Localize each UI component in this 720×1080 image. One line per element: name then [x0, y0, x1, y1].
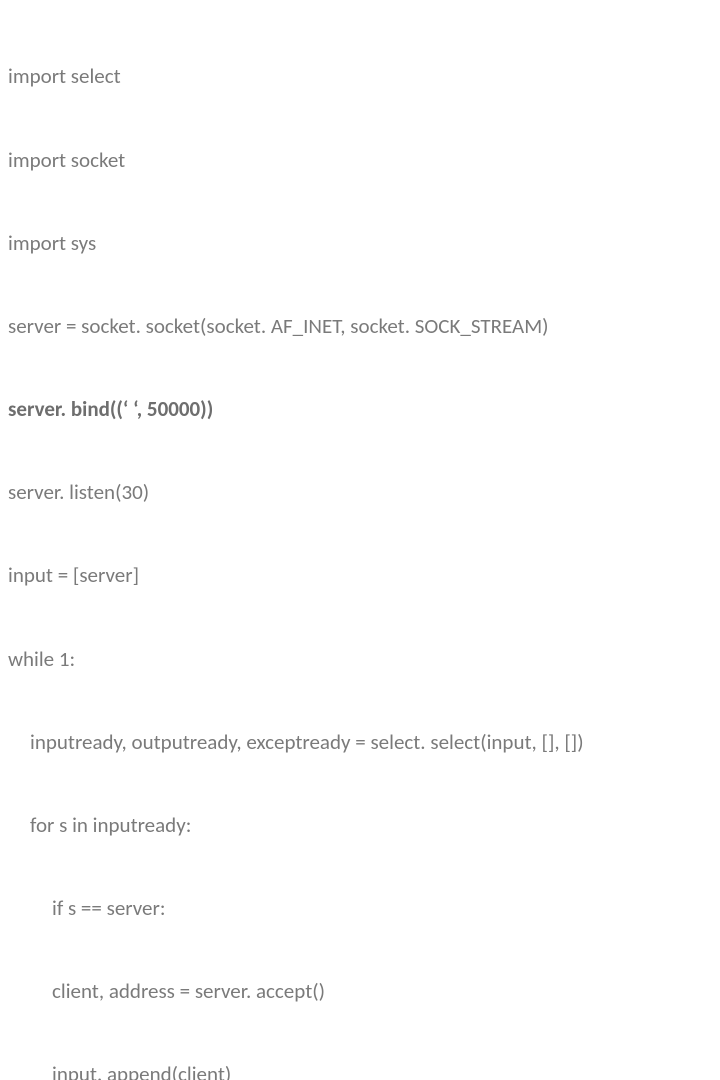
code-line-highlight: server. bind((‘ ‘, 50000)): [8, 396, 712, 424]
code-block: import select import socket import sys s…: [0, 0, 720, 1080]
code-line: for s in inputready:: [8, 812, 712, 840]
code-line: import select: [8, 63, 712, 91]
code-line: import socket: [8, 147, 712, 175]
code-line: server. listen(30): [8, 479, 712, 507]
code-line: if s == server:: [8, 895, 712, 923]
code-line: input. append(client): [8, 1061, 712, 1080]
code-line: server = socket. socket(socket. AF_INET,…: [8, 313, 712, 341]
code-line: client, address = server. accept(): [8, 978, 712, 1006]
code-line: inputready, outputready, exceptready = s…: [8, 729, 712, 757]
code-line: while 1:: [8, 646, 712, 674]
code-line: import sys: [8, 230, 712, 258]
code-line: input = [server]: [8, 562, 712, 590]
